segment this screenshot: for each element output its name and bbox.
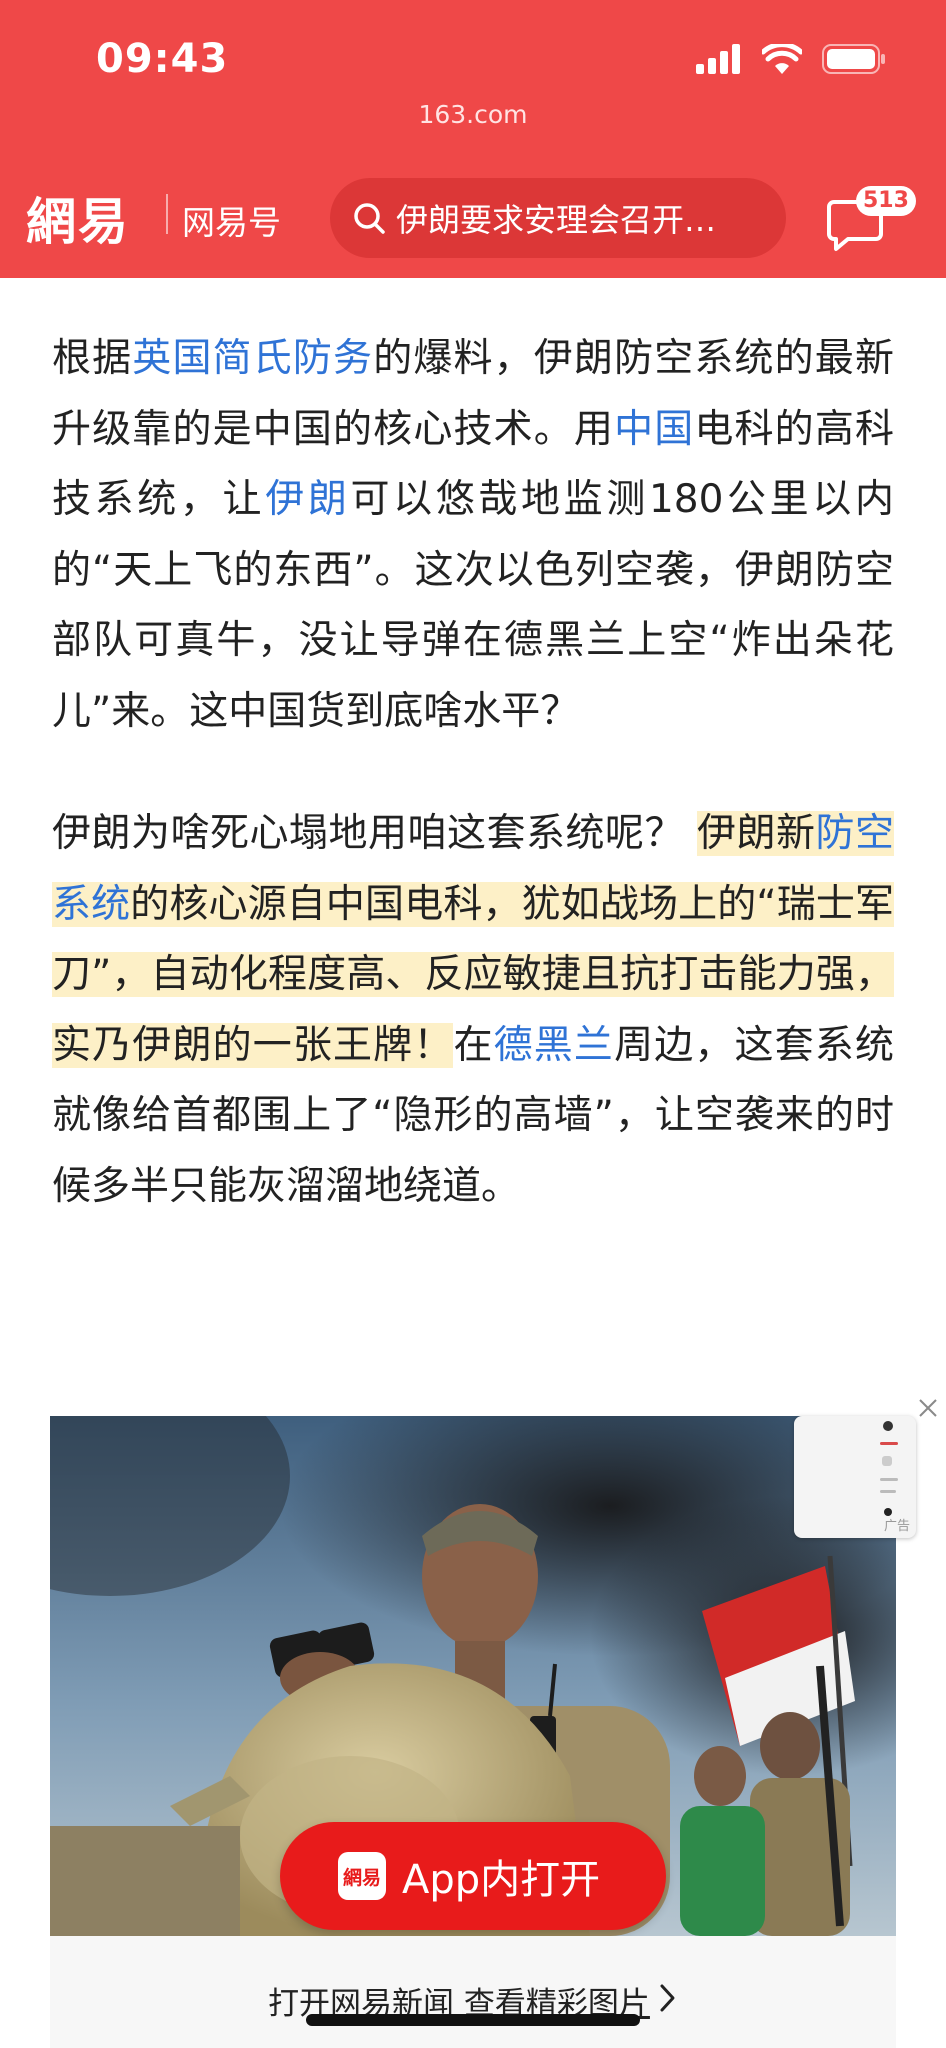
battery-icon [822,44,885,74]
open-in-app-button[interactable]: 網易 App内打开 [280,1822,666,1930]
article-text: 根据 [52,336,133,381]
article-paragraph-1: 根据英国简氏防务的爆料，伊朗防空系统的最新升级靠的是中国的核心技术。用中国电科的… [52,324,894,747]
message-badge: 513 [856,186,916,216]
view-gallery-text: 打开网易新闻 查看精彩图片 [268,1978,650,2048]
signal-icon [696,44,740,74]
article-text: 在 [453,1022,494,1068]
wifi-icon [762,44,802,74]
top-header: 09:43 163.com 網易 网易号 伊朗要求安理会召开… 513 [0,0,946,278]
ad-thumbnail[interactable]: 广告 [794,1416,916,1538]
article-paragraph-2: 伊朗为啥死心塌地用咱这套系统呢？ 伊朗新防空系统的核心源自中国电科，犹如战场上的… [52,799,894,1222]
search-icon [354,203,385,234]
ad-label: 广告 [883,1519,910,1534]
article-link[interactable]: 德黑兰 [494,1023,614,1068]
view-gallery-bar[interactable]: 打开网易新闻 查看精彩图片 [50,1936,896,2048]
search-box[interactable]: 伊朗要求安理会召开… [330,178,786,258]
article-link[interactable]: 英国简氏防务 [132,336,373,381]
nav-row: 網易 网易号 伊朗要求安理会召开… 513 [0,178,946,258]
status-icons [696,44,886,74]
home-indicator [306,2014,640,2026]
article-highlight: 伊朗新 [696,811,816,856]
app-logo-text: 網易 [342,1866,381,1889]
browser-domain: 163.com [418,100,528,129]
article-text: 伊朗为啥死心塌地用咱这套系统呢？ [52,811,697,856]
open-in-app-label: App内打开 [402,1857,601,1903]
article-link[interactable]: 中国 [614,407,694,452]
netease-logo[interactable]: 網易 [26,182,130,254]
ad-close-icon[interactable] [916,1396,940,1420]
article-link[interactable]: 伊朗 [265,477,350,522]
channel-label[interactable]: 网易号 [182,196,281,244]
app-logo-icon: 網易 [338,1852,386,1900]
article-body: 根据英国简氏防务的爆料，伊朗防空系统的最新升级靠的是中国的核心技术。用中国电科的… [52,324,894,1222]
message-button[interactable]: 513 [826,186,916,258]
status-time: 09:43 [96,36,229,82]
search-placeholder: 伊朗要求安理会召开… [396,201,717,239]
chevron-right-icon [660,1984,675,2012]
logo-divider [166,194,168,234]
